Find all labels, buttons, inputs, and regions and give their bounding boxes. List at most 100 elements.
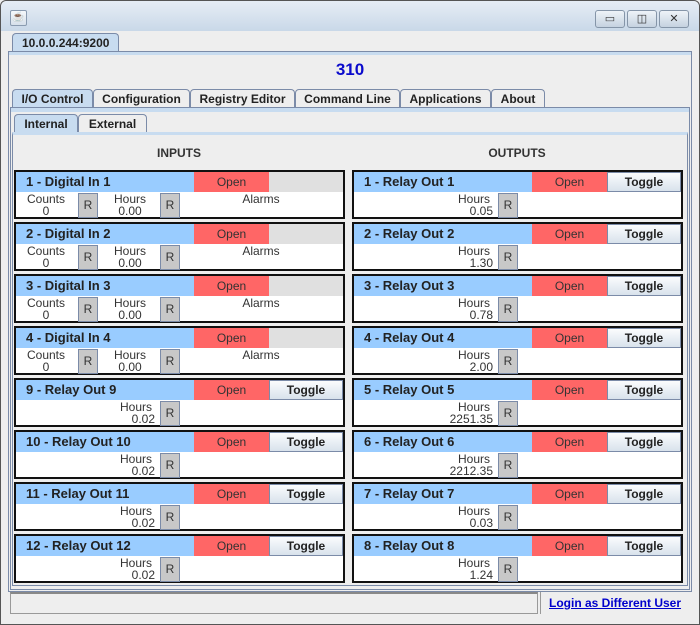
reset-hours-button[interactable]: R: [160, 557, 180, 582]
hours-value: 0.00: [118, 256, 142, 270]
toggle-button[interactable]: Toggle: [607, 432, 681, 452]
java-app-icon: ☕: [10, 10, 27, 26]
toggle-button[interactable]: Toggle: [607, 380, 681, 400]
relay-state: Open: [532, 484, 607, 504]
reset-hours-button[interactable]: R: [160, 505, 180, 530]
toggle-button[interactable]: Toggle: [269, 432, 343, 452]
toggle-button[interactable]: Toggle: [269, 536, 343, 556]
reset-hours-button[interactable]: R: [498, 245, 518, 270]
subtab-internal[interactable]: Internal: [14, 114, 78, 133]
hours-value: 0.00: [118, 204, 142, 218]
relay-card: 9 - Relay Out 9 Open Toggle Hours 0.02 R: [14, 378, 345, 427]
counts-value: 0: [42, 256, 50, 270]
reset-counts-button[interactable]: R: [78, 297, 98, 322]
reset-hours-button[interactable]: R: [160, 297, 180, 322]
hours-value: 0.02: [131, 516, 155, 530]
toggle-button[interactable]: Toggle: [607, 172, 681, 192]
input-state-spacer: [269, 328, 343, 348]
toggle-button[interactable]: Toggle: [607, 536, 681, 556]
relay-name: 1 - Relay Out 1: [354, 172, 532, 192]
reset-hours-button[interactable]: R: [160, 401, 180, 426]
relay-state: Open: [532, 276, 607, 296]
relay-card: 4 - Relay Out 4 Open Toggle Hours 2.00 R: [352, 326, 683, 375]
tab-registry-editor[interactable]: Registry Editor: [190, 89, 295, 108]
title-bar: ☕ ▭ ◫ ✕: [1, 1, 699, 31]
relay-card: 8 - Relay Out 8 Open Toggle Hours 1.24 R: [352, 534, 683, 583]
counts-value: 0: [42, 308, 50, 322]
maximize-button[interactable]: ◫: [627, 10, 657, 28]
outputs-header: OUTPUTS: [488, 146, 546, 160]
input-name: 3 - Digital In 3: [16, 276, 194, 296]
login-different-user-link[interactable]: Login as Different User: [540, 592, 690, 614]
hours-value: 0.02: [131, 568, 155, 582]
relay-card: 11 - Relay Out 11 Open Toggle Hours 0.02…: [14, 482, 345, 531]
inputs-header: INPUTS: [156, 146, 201, 160]
relay-name: 7 - Relay Out 7: [354, 484, 532, 504]
relay-name: 8 - Relay Out 8: [354, 536, 532, 556]
close-button[interactable]: ✕: [659, 10, 689, 28]
toggle-button[interactable]: Toggle: [607, 276, 681, 296]
reset-hours-button[interactable]: R: [160, 245, 180, 270]
reset-hours-button[interactable]: R: [498, 193, 518, 218]
hours-value: 2251.35: [449, 412, 493, 426]
relay-card: 6 - Relay Out 6 Open Toggle Hours 2212.3…: [352, 430, 683, 479]
hours-value: 0.05: [469, 204, 493, 218]
status-bar: [10, 592, 538, 614]
tab-command-line[interactable]: Command Line: [295, 89, 400, 108]
input-name: 1 - Digital In 1: [16, 172, 194, 192]
relay-state: Open: [194, 380, 269, 400]
tab-about[interactable]: About: [491, 89, 545, 108]
relay-state: Open: [194, 536, 269, 556]
relay-card: 10 - Relay Out 10 Open Toggle Hours 0.02…: [14, 430, 345, 479]
toggle-button[interactable]: Toggle: [607, 224, 681, 244]
tab-applications[interactable]: Applications: [400, 89, 491, 108]
input-card: 1 - Digital In 1 Open Counts 0 R Hours 0…: [14, 170, 345, 219]
tab-io-control[interactable]: I/O Control: [12, 89, 93, 108]
reset-hours-button[interactable]: R: [498, 349, 518, 374]
counts-value: 0: [42, 360, 50, 374]
relay-state: Open: [532, 432, 607, 452]
reset-counts-button[interactable]: R: [78, 245, 98, 270]
relay-card: 5 - Relay Out 5 Open Toggle Hours 2251.3…: [352, 378, 683, 427]
relay-card: 2 - Relay Out 2 Open Toggle Hours 1.30 R: [352, 222, 683, 271]
input-card: 4 - Digital In 4 Open Counts 0 R Hours 0…: [14, 326, 345, 375]
input-state: Open: [194, 276, 269, 296]
hours-value: 0.02: [131, 412, 155, 426]
reset-counts-button[interactable]: R: [78, 349, 98, 374]
reset-counts-button[interactable]: R: [78, 193, 98, 218]
hours-value: 0.02: [131, 464, 155, 478]
reset-hours-button[interactable]: R: [160, 453, 180, 478]
relay-state: Open: [194, 432, 269, 452]
reset-hours-button[interactable]: R: [498, 453, 518, 478]
toggle-button[interactable]: Toggle: [269, 380, 343, 400]
input-name: 2 - Digital In 2: [16, 224, 194, 244]
toggle-button[interactable]: Toggle: [607, 484, 681, 504]
reset-hours-button[interactable]: R: [160, 349, 180, 374]
input-state: Open: [194, 224, 269, 244]
relay-card: 3 - Relay Out 3 Open Toggle Hours 0.78 R: [352, 274, 683, 323]
subtab-external[interactable]: External: [78, 114, 147, 133]
toggle-button[interactable]: Toggle: [607, 328, 681, 348]
reset-hours-button[interactable]: R: [498, 401, 518, 426]
reset-hours-button[interactable]: R: [498, 505, 518, 530]
input-state: Open: [194, 328, 269, 348]
input-card: 2 - Digital In 2 Open Counts 0 R Hours 0…: [14, 222, 345, 271]
relay-card: 1 - Relay Out 1 Open Toggle Hours 0.05 R: [352, 170, 683, 219]
hours-value: 0.00: [118, 360, 142, 374]
input-state-spacer: [269, 224, 343, 244]
connection-tab[interactable]: 10.0.0.244:9200: [12, 33, 119, 52]
reset-hours-button[interactable]: R: [160, 193, 180, 218]
reset-hours-button[interactable]: R: [498, 557, 518, 582]
hours-value: 0.00: [118, 308, 142, 322]
relay-state: Open: [532, 328, 607, 348]
toggle-button[interactable]: Toggle: [269, 484, 343, 504]
alarms-label: Alarms: [242, 244, 280, 258]
relay-name: 11 - Relay Out 11: [16, 484, 194, 504]
minimize-button[interactable]: ▭: [595, 10, 625, 28]
input-card: 3 - Digital In 3 Open Counts 0 R Hours 0…: [14, 274, 345, 323]
tab-configuration[interactable]: Configuration: [93, 89, 190, 108]
relay-name: 3 - Relay Out 3: [354, 276, 532, 296]
reset-hours-button[interactable]: R: [498, 297, 518, 322]
alarms-label: Alarms: [242, 348, 280, 362]
input-state-spacer: [269, 276, 343, 296]
